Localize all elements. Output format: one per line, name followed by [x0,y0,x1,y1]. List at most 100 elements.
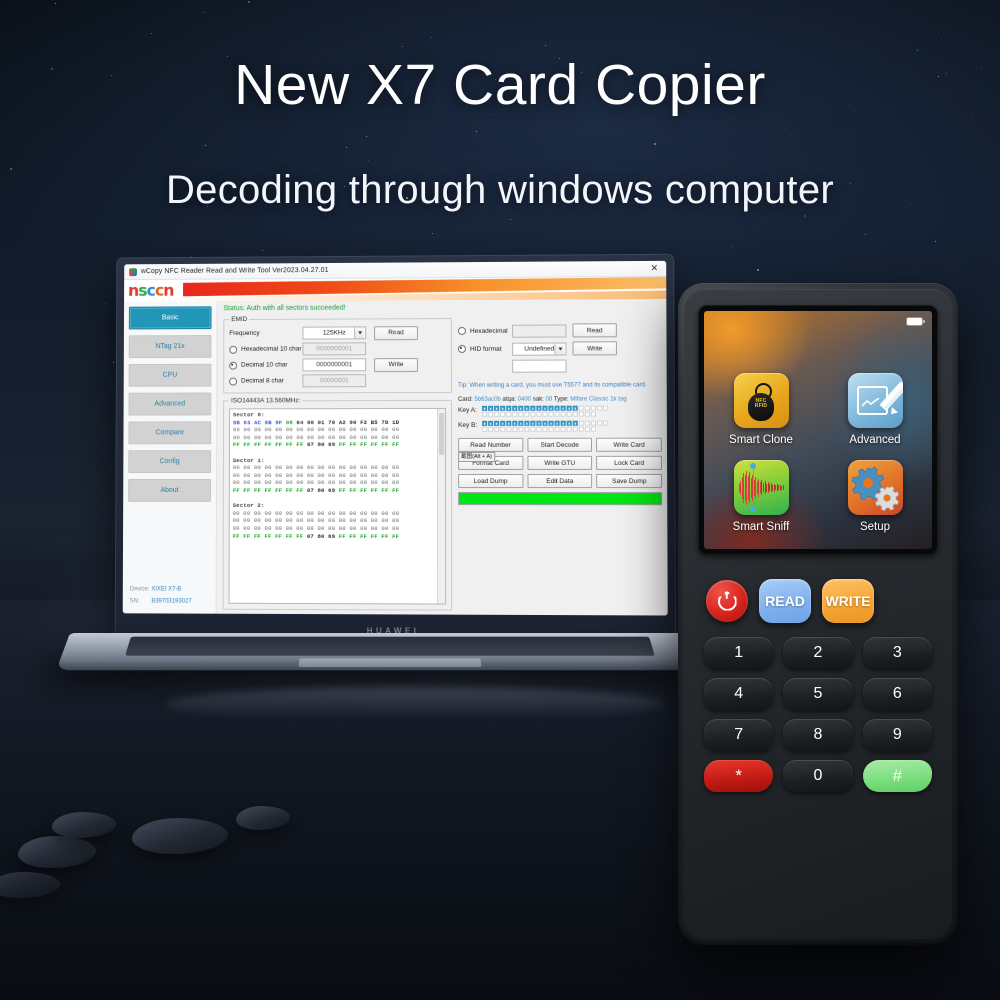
key-cell[interactable] [530,412,535,417]
dec10-input[interactable]: 0000000001 [302,358,366,371]
key-cell[interactable] [518,412,523,417]
hex-scrollbar[interactable] [437,409,445,604]
key-cell[interactable] [549,427,554,432]
emid-write-button[interactable]: Write [374,358,418,372]
key-cell[interactable] [494,406,499,411]
key-zero[interactable]: 0 [783,760,852,792]
key-cell[interactable] [542,421,547,426]
key-cell[interactable] [573,421,578,426]
key-cell[interactable] [488,427,493,432]
key-cell[interactable] [579,427,584,432]
hexadecimal-radio[interactable] [458,327,466,335]
key-6[interactable]: 6 [863,678,932,710]
device-app-smart-clone[interactable]: NFC RFID Smart Clone [715,373,807,446]
key-1[interactable]: 1 [704,637,773,669]
format-card-button[interactable]: Format Card 截图(Alt + A) [458,456,523,470]
key-cell[interactable] [591,412,596,417]
key-cell[interactable] [585,406,590,411]
emid-read-button[interactable]: Read [374,326,418,340]
key-cell[interactable] [530,427,535,432]
key-cell[interactable] [512,421,517,426]
key-cell[interactable] [506,421,511,426]
key-cell[interactable] [561,406,566,411]
sidebar-item-config[interactable]: Config [128,450,211,473]
key-cell[interactable] [536,421,541,426]
key-a-cells[interactable] [482,406,611,418]
key-cell[interactable] [494,421,499,426]
start-decode-button[interactable]: Start Decode [527,438,592,452]
key-5[interactable]: 5 [783,678,852,710]
key-cell[interactable] [524,412,529,417]
key-cell[interactable] [579,421,584,426]
key-8[interactable]: 8 [783,719,852,751]
key-cell[interactable] [506,412,511,417]
key-cell[interactable] [555,412,560,417]
key-cell[interactable] [500,406,505,411]
key-cell[interactable] [603,421,608,426]
key-b-cells[interactable] [482,421,611,433]
key-3[interactable]: 3 [863,637,932,669]
key-4[interactable]: 4 [704,678,773,710]
key-cell[interactable] [561,421,566,426]
device-app-smart-sniff[interactable]: Smart Sniff [715,460,807,533]
sidebar-item-compare[interactable]: Compare [128,421,211,444]
sidebar-item-cpu[interactable]: CPU [129,364,212,387]
sidebar-item-ntag-21x[interactable]: NTag 21x [129,335,212,358]
hid-read-button[interactable]: Read [572,323,616,337]
key-cell[interactable] [542,427,547,432]
key-cell[interactable] [585,421,590,426]
key-cell[interactable] [548,406,553,411]
key-cell[interactable] [567,427,572,432]
write-button[interactable]: WRITE [822,579,874,623]
key-cell[interactable] [579,406,584,411]
key-cell[interactable] [524,406,529,411]
lock-card-button[interactable]: Lock Card [596,456,662,470]
key-cell[interactable] [585,412,590,417]
key-cell[interactable] [512,427,517,432]
key-cell[interactable] [500,421,505,426]
key-cell[interactable] [597,421,602,426]
key-cell[interactable] [524,427,529,432]
key-cell[interactable] [482,427,487,432]
hid-extra-input[interactable] [512,360,566,373]
save-dump-button[interactable]: Save Dump [596,474,662,488]
key-cell[interactable] [555,427,560,432]
close-icon[interactable]: ✕ [647,264,661,273]
key-cell[interactable] [542,412,547,417]
key-hash[interactable]: # [863,760,932,792]
key-cell[interactable] [494,427,499,432]
key-cell[interactable] [482,412,487,417]
key-cell[interactable] [561,427,566,432]
key-cell[interactable] [585,427,590,432]
key-cell[interactable] [591,421,596,426]
key-cell[interactable] [518,406,523,411]
hexadecimal-input[interactable] [512,324,566,337]
key-cell[interactable] [561,412,566,417]
sidebar-item-basic[interactable]: Basic [129,306,212,329]
key-cell[interactable] [555,406,560,411]
key-cell[interactable] [530,406,535,411]
key-star[interactable]: * [704,760,773,792]
key-cell[interactable] [530,421,535,426]
key-cell[interactable] [536,412,541,417]
hid-format-select[interactable]: Undefined [512,342,566,355]
load-dump-button[interactable]: Load Dump [458,474,523,488]
key-cell[interactable] [506,427,511,432]
key-cell[interactable] [542,406,547,411]
frequency-select[interactable]: 125KHz [302,326,366,339]
key-cell[interactable] [500,412,505,417]
key-cell[interactable] [536,427,541,432]
key-2[interactable]: 2 [783,637,852,669]
key-cell[interactable] [536,406,541,411]
key-cell[interactable] [591,427,596,432]
key-cell[interactable] [488,412,493,417]
key-cell[interactable] [488,421,493,426]
dec10-radio[interactable] [229,361,237,369]
dec8-radio[interactable] [229,377,237,385]
key-cell[interactable] [524,421,529,426]
edit-data-button[interactable]: Edit Data [527,474,592,488]
key-cell[interactable] [500,427,505,432]
key-cell[interactable] [488,406,493,411]
dec8-input[interactable]: 00000001 [302,374,366,387]
key-cell[interactable] [512,406,517,411]
